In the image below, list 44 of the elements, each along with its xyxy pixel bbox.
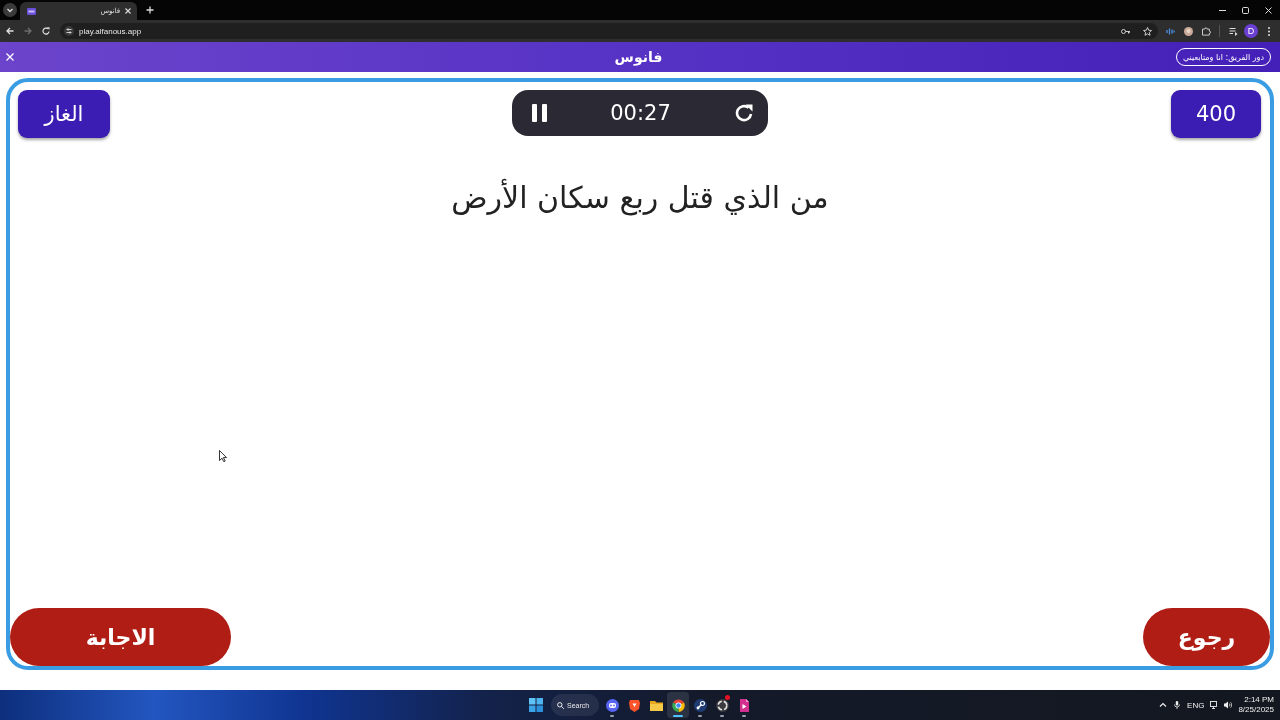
tricolor-circle-icon [671, 698, 685, 712]
address-bar[interactable]: play.alfanous.app [60, 23, 1158, 39]
extension-circle-icon[interactable] [1183, 26, 1193, 36]
close-icon[interactable] [125, 8, 131, 14]
reload-icon[interactable] [42, 27, 50, 35]
timer-text: 00:27 [610, 101, 671, 125]
taskbar-app-button[interactable] [667, 692, 689, 718]
tab-list-icon[interactable] [3, 3, 17, 17]
speaker-icon[interactable] [1224, 701, 1233, 709]
minimize-icon[interactable] [1219, 9, 1226, 11]
folder-icon [649, 698, 663, 712]
microphone-icon[interactable] [1173, 701, 1182, 709]
monitor-network-icon[interactable] [1210, 701, 1219, 709]
favicon-icon [27, 7, 36, 15]
mouse-cursor-icon [219, 450, 227, 462]
dashed-ring-icon [715, 698, 729, 712]
category-button[interactable]: الغاز [18, 90, 110, 138]
pause-icon[interactable] [531, 104, 547, 122]
back-arrow-icon[interactable] [6, 27, 14, 35]
gamepad-face-icon [605, 698, 619, 712]
search-icon [557, 701, 564, 709]
refresh-icon[interactable] [734, 104, 753, 122]
profile-button[interactable]: D [1244, 24, 1258, 38]
clock-button[interactable]: 2:14 PM 8/25/2025 [1238, 695, 1274, 715]
key-icon[interactable] [1121, 26, 1130, 36]
shield-icon [627, 698, 641, 712]
close-icon[interactable] [1265, 6, 1272, 14]
plus-icon[interactable] [146, 6, 154, 14]
start-grid-icon[interactable] [529, 698, 543, 712]
puzzle-icon[interactable] [1201, 26, 1211, 36]
media-controls-icon[interactable] [1228, 26, 1238, 36]
chevron-up-icon[interactable] [1159, 701, 1168, 709]
star-icon[interactable] [1143, 26, 1152, 36]
answer-button[interactable]: الاجابة [10, 608, 231, 666]
page-icon [737, 698, 751, 712]
score-display: 400 [1171, 90, 1261, 138]
question-text: من الذي قتل ربع سكان الأرض [450, 180, 830, 215]
back-button[interactable]: رجوع [1143, 608, 1270, 666]
tune-icon[interactable] [64, 26, 74, 36]
linked-circles-icon [693, 698, 707, 712]
language-button[interactable]: ENG [1187, 700, 1205, 710]
maximize-icon[interactable] [1242, 6, 1249, 14]
sound-wave-icon[interactable] [1165, 26, 1175, 36]
app-logo: فانوس [614, 49, 663, 65]
